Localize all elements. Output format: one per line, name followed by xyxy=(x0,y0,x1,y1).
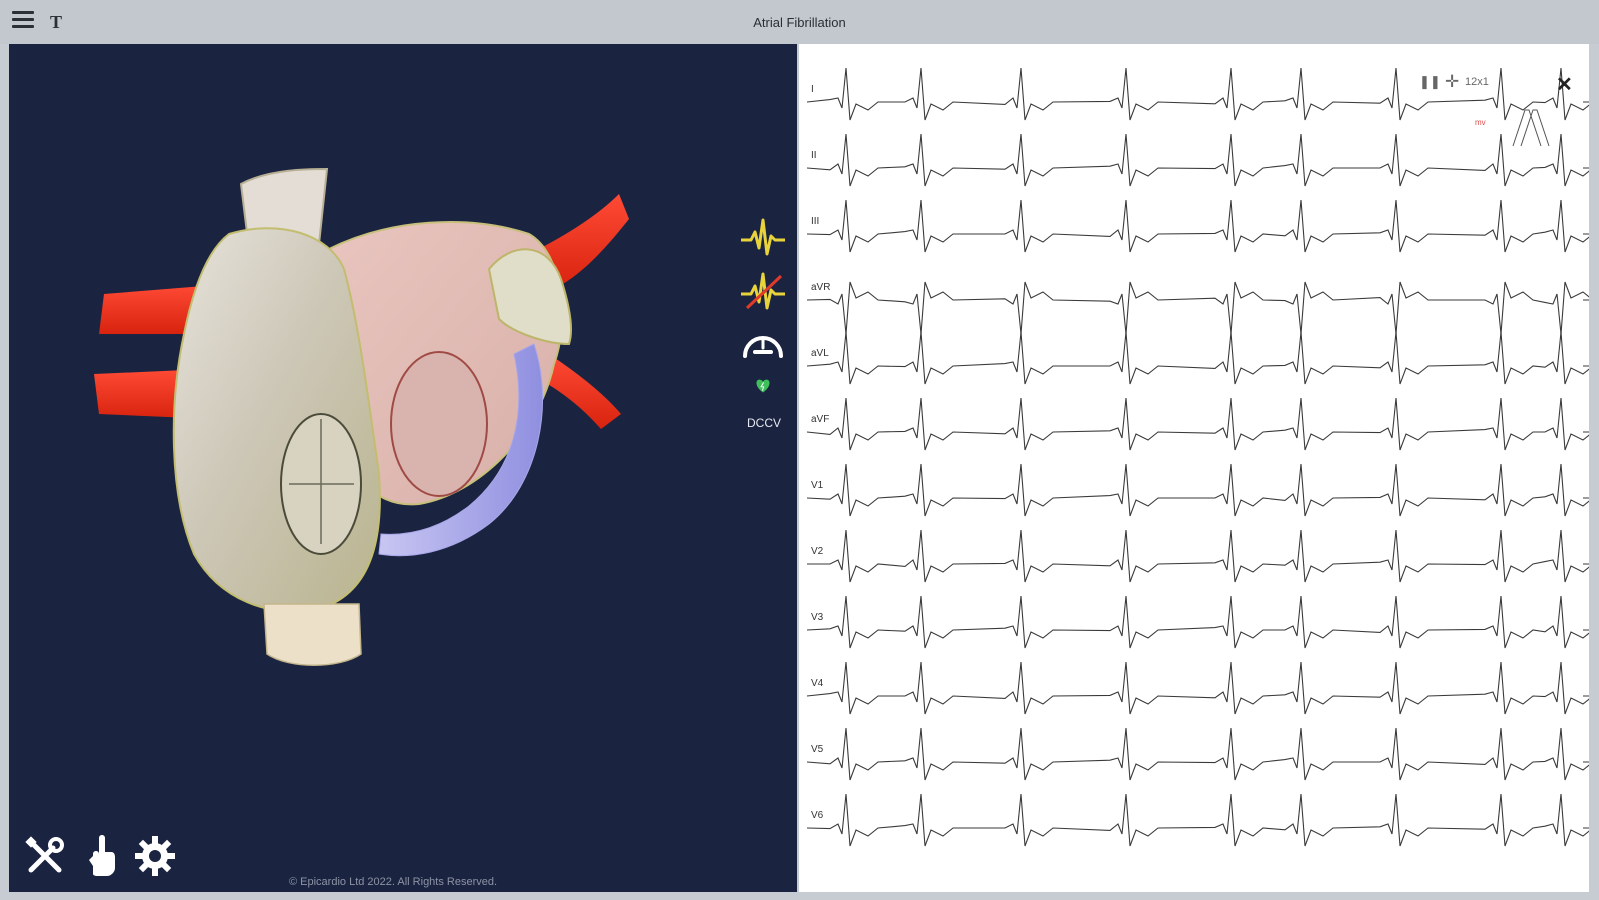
ecg-12-lead-panel: ❚❚ ✛ 12x1 ✕ mv I II III aVR aVL aVF V1 V2 V3 V4 V5… xyxy=(799,44,1589,892)
page-title: Atrial Fibrillation xyxy=(753,15,846,30)
heart-3d-viewer[interactable]: DCCV © Epicardio Ltd 2022. All Rights Re… xyxy=(9,44,797,892)
ecg-trace-V5 xyxy=(806,727,1589,781)
lead-label-aVR: aVR xyxy=(811,282,831,293)
calipers-icon[interactable]: ✛ xyxy=(1445,72,1459,92)
close-icon[interactable]: ✕ xyxy=(1556,72,1573,97)
heart-model[interactable] xyxy=(9,44,797,892)
hand-pointer-icon[interactable] xyxy=(77,834,121,878)
ecg-trace-aVR xyxy=(806,281,1589,335)
ecg-lead-icon[interactable] xyxy=(739,214,787,258)
ecg-trace-II xyxy=(806,133,1589,187)
ecg-trace-V3 xyxy=(806,595,1589,649)
ecg-trace-III xyxy=(806,199,1589,253)
dccv-label[interactable]: DCCV xyxy=(740,416,788,430)
lead-label-III: III xyxy=(811,216,820,227)
ecg-lead-off-icon[interactable] xyxy=(739,268,787,312)
settings-gear-icon[interactable] xyxy=(133,834,177,878)
lead-label-V6: V6 xyxy=(811,810,824,821)
ecg-trace-V1 xyxy=(806,463,1589,517)
ecg-trace-V6 xyxy=(806,793,1589,847)
mitral-valve xyxy=(390,351,488,497)
right-atrium xyxy=(172,227,381,613)
lead-label-V3: V3 xyxy=(811,612,824,623)
ecg-traces xyxy=(806,67,1589,847)
copyright-text: © Epicardio Ltd 2022. All Rights Reserve… xyxy=(289,876,498,888)
title-bar: T Atrial Fibrillation xyxy=(0,0,1599,44)
lead-label-I: I xyxy=(811,84,814,95)
lead-label-aVF: aVF xyxy=(811,414,830,425)
calibration-pulse xyxy=(1512,109,1550,147)
viewer-side-toolbar xyxy=(739,214,797,404)
pause-icon[interactable]: ❚❚ xyxy=(1419,74,1441,90)
lead-label-V4: V4 xyxy=(811,678,824,689)
gauge-icon[interactable] xyxy=(739,322,787,366)
tools-icon[interactable] xyxy=(23,834,67,878)
layout-toggle[interactable]: 12x1 xyxy=(1465,76,1489,88)
lead-label-V5: V5 xyxy=(811,744,824,755)
lead-label-V2: V2 xyxy=(811,546,824,557)
ivc-stump xyxy=(263,603,362,666)
defibrillator-heart-icon[interactable] xyxy=(739,376,787,404)
lead-label-V1: V1 xyxy=(811,480,824,491)
lead-label-II: II xyxy=(811,150,817,161)
lead-label-aVL: aVL xyxy=(811,348,829,359)
ecg-trace-aVF xyxy=(806,397,1589,451)
ecg-trace-V4 xyxy=(806,661,1589,715)
ecg-trace-V2 xyxy=(807,529,1589,583)
ecg-trace-aVL xyxy=(806,331,1589,385)
inset-label: mv xyxy=(1475,118,1486,127)
